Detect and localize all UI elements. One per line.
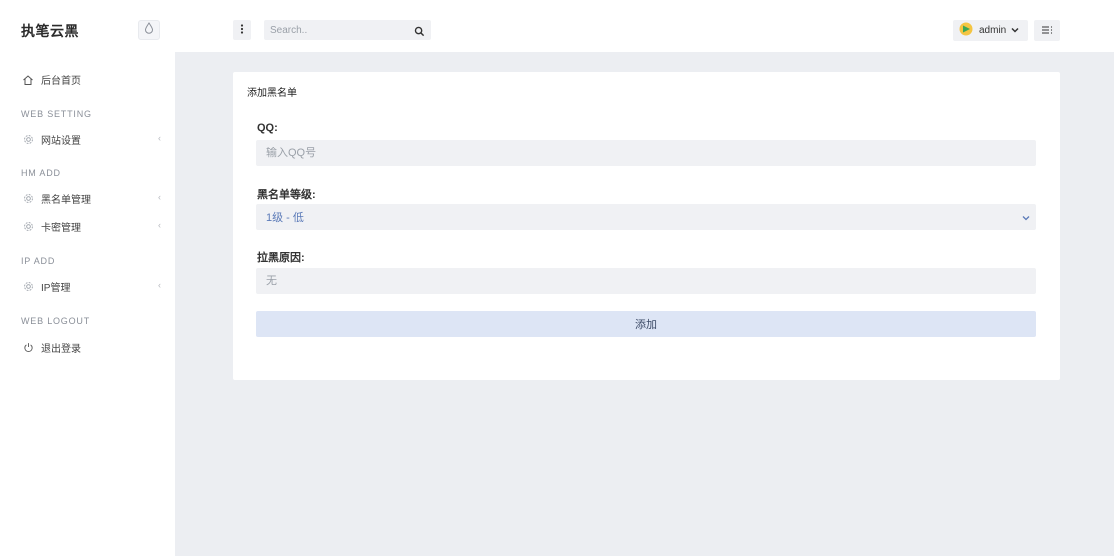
section-web-setting: WEB SETTING <box>21 109 92 119</box>
gear-icon <box>21 133 35 147</box>
sidebar-item-site-settings[interactable]: 网站设置 <box>21 132 81 147</box>
qq-field <box>256 140 1036 166</box>
kebab-icon <box>240 21 244 39</box>
sidebar-item-blacklist[interactable]: 黑名单管理 <box>21 191 91 206</box>
level-selected-value: 1级 - 低 <box>266 212 304 224</box>
gear-icon <box>21 192 35 206</box>
gear-icon <box>21 220 35 234</box>
level-select[interactable]: 1级 - 低 <box>256 204 1036 230</box>
search-box <box>264 20 431 40</box>
main-content: 添加黑名单 QQ: 黑名单等级: 1级 - 低 拉黑原因: 添加 <box>175 52 1114 556</box>
sidebar-item-label: 后台首页 <box>41 76 81 87</box>
card-title: 添加黑名单 <box>247 88 297 99</box>
sidebar-item-cards[interactable]: 卡密管理 <box>21 219 81 234</box>
reason-input[interactable] <box>266 275 1026 287</box>
sidebar-item-label: 退出登录 <box>41 344 81 355</box>
sidebar-item-label: 网站设置 <box>41 136 81 147</box>
chevron-left-icon: ‹ <box>158 133 161 143</box>
qq-input[interactable] <box>266 147 1026 159</box>
sidebar-item-label: 黑名单管理 <box>41 195 91 206</box>
sidebar-item-label: IP管理 <box>41 283 71 294</box>
chevron-down-icon <box>1011 26 1019 35</box>
power-icon <box>21 341 35 355</box>
section-web-logout: WEB LOGOUT <box>21 316 91 326</box>
sidebar-item-ip[interactable]: IP管理 <box>21 279 70 294</box>
avatar <box>959 22 973 39</box>
qq-label: QQ: <box>257 122 278 134</box>
add-blacklist-card: 添加黑名单 QQ: 黑名单等级: 1级 - 低 拉黑原因: 添加 <box>233 72 1060 380</box>
user-menu-button[interactable]: admin <box>953 20 1028 41</box>
reason-field <box>256 268 1036 294</box>
sidebar-item-logout[interactable]: 退出登录 <box>21 340 81 355</box>
sidebar: 执笔云黑 后台首页 WEB SETTING 网站设置 ‹ HM ADD 黑名单管… <box>0 0 175 556</box>
top-bar: admin <box>175 0 1114 52</box>
gear-icon <box>21 280 35 294</box>
reason-label: 拉黑原因: <box>257 252 305 264</box>
brand-title: 执笔云黑 <box>21 23 79 39</box>
side-overlay-toggle-button[interactable] <box>1034 20 1060 41</box>
chevron-left-icon: ‹ <box>158 192 161 202</box>
section-ip-add: IP ADD <box>21 256 56 266</box>
level-label: 黑名单等级: <box>257 189 316 201</box>
droplet-icon <box>144 21 154 39</box>
chevron-down-icon <box>1022 212 1030 224</box>
user-name: admin <box>979 25 1007 36</box>
chevron-left-icon: ‹ <box>158 220 161 230</box>
sidebar-item-label: 卡密管理 <box>41 223 81 234</box>
search-input[interactable] <box>264 24 404 36</box>
theme-toggle-button[interactable] <box>138 20 160 40</box>
sidebar-item-home[interactable]: 后台首页 <box>21 72 81 87</box>
home-icon <box>21 73 35 87</box>
section-hm-add: HM ADD <box>21 168 61 178</box>
add-button[interactable]: 添加 <box>256 311 1036 337</box>
search-icon[interactable] <box>414 24 425 42</box>
list-menu-icon <box>1041 22 1053 40</box>
chevron-left-icon: ‹ <box>158 280 161 290</box>
more-options-button[interactable] <box>233 20 251 40</box>
